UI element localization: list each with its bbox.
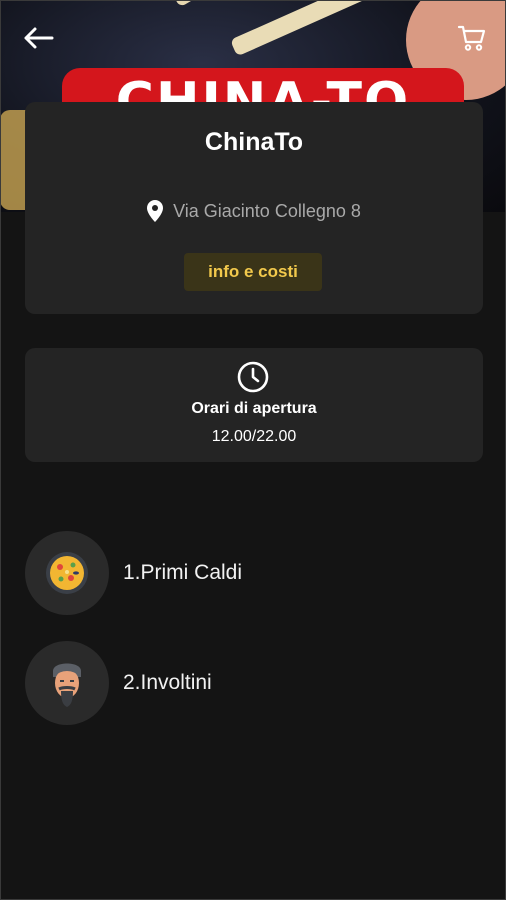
address-text: Via Giacinto Collegno 8 [173, 200, 361, 221]
location-pin-icon [147, 200, 164, 222]
arrow-left-icon [24, 27, 54, 49]
opening-hours-card: Orari di apertura 12.00/22.00 [25, 348, 483, 462]
hours-value: 12.00/22.00 [211, 428, 297, 445]
category-avatar [25, 641, 109, 725]
category-involtini[interactable]: 2.Involtini [25, 641, 475, 725]
address-row: Via Giacinto Collegno 8 [25, 200, 483, 222]
info-costs-button[interactable]: info e costi [184, 253, 322, 291]
paella-pan-icon [46, 552, 88, 594]
category-primi-caldi[interactable]: 1.Primi Caldi [25, 531, 475, 615]
cart-button[interactable] [452, 18, 492, 58]
chef-face-icon [53, 663, 81, 707]
back-button[interactable] [18, 18, 58, 58]
category-label: 1.Primi Caldi [123, 561, 243, 584]
hours-label: Orari di apertura [191, 400, 317, 417]
restaurant-info-card: ChinaTo Via Giacinto Collegno 8 info e c… [25, 102, 483, 314]
category-avatar [25, 531, 109, 615]
category-label: 2.Involtini [123, 671, 212, 694]
cart-icon [457, 25, 486, 51]
restaurant-name: ChinaTo [204, 128, 304, 156]
clock-icon [237, 361, 269, 393]
